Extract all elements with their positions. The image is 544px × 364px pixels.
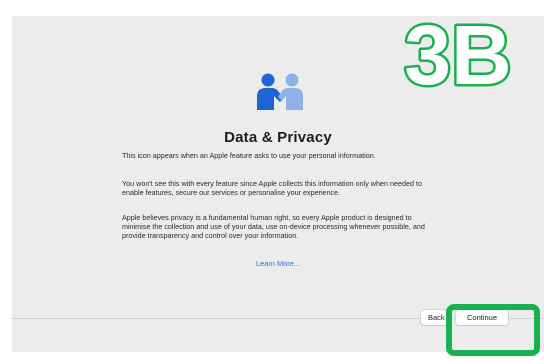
people-handshake-icon <box>257 73 303 110</box>
svg-text:3B: 3B <box>404 14 511 96</box>
learn-more-link[interactable]: Learn More... <box>12 259 544 268</box>
privacy-paragraph-3: Apple believes privacy is a fundamental … <box>122 213 425 240</box>
privacy-paragraph-1: This icon appears when an Apple feature … <box>122 151 376 160</box>
page-title: Data & Privacy <box>224 129 332 146</box>
step-label-3b: 3B <box>402 14 514 96</box>
back-button[interactable]: Back <box>421 310 447 325</box>
screenshot-stage: Data & Privacy This icon appears when an… <box>0 0 544 364</box>
privacy-paragraph-2: You won't see this with every feature si… <box>122 179 422 197</box>
continue-button[interactable]: Continue <box>456 310 508 325</box>
